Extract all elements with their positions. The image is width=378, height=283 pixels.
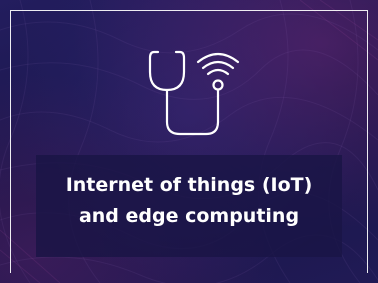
tile-title-line-1: Internet of things (IoT): [65, 174, 313, 196]
tile-title: Internet of things (IoT) and edge comput…: [36, 170, 342, 232]
feature-tile[interactable]: Internet of things (IoT) and edge comput…: [0, 0, 378, 283]
stethoscope-wireless-icon: [148, 50, 240, 136]
tile-title-line-2: and edge computing: [78, 205, 300, 227]
